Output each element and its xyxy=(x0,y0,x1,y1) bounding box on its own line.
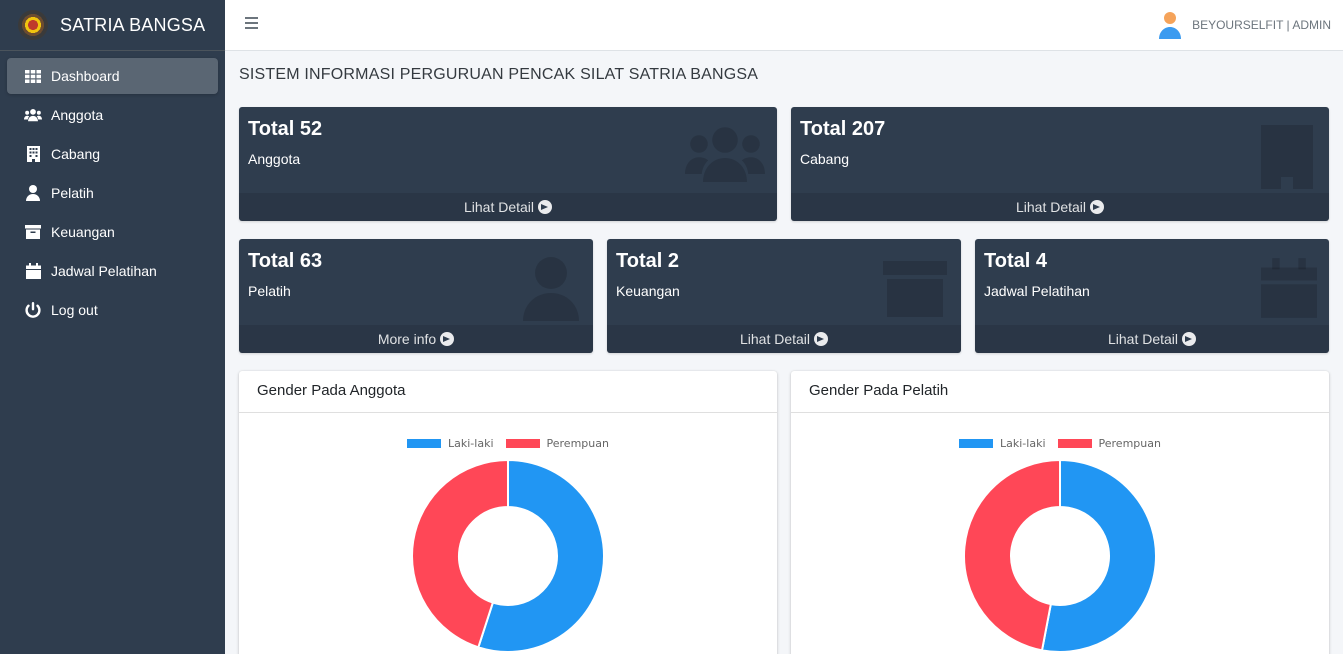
brand[interactable]: SATRIA BANGSA xyxy=(0,0,225,51)
sidebar-item-dashboard[interactable]: Dashboard xyxy=(7,58,218,94)
sidebar-item-anggota[interactable]: Anggota xyxy=(7,97,218,133)
chart-card-pelatih: Gender Pada Pelatih Laki-laki Perempuan xyxy=(791,371,1329,654)
brand-text: SATRIA BANGSA xyxy=(60,14,206,35)
detail-link[interactable]: Lihat Detail xyxy=(607,325,961,353)
stat-box-pelatih: Total 63 Pelatih More info xyxy=(239,239,593,353)
arrow-circle-right-icon xyxy=(1090,200,1105,214)
stat-total: Total 207 xyxy=(800,118,886,140)
sidebar-nav: Dashboard Anggota Cabang Pelatih Keuanga… xyxy=(0,51,225,328)
slice-perempuan[interactable] xyxy=(963,458,1061,652)
legend-item[interactable]: Laki-laki xyxy=(959,437,1046,450)
sidebar-item-label: Pelatih xyxy=(51,185,94,201)
legend-item[interactable]: Perempuan xyxy=(505,437,609,450)
stat-label: Cabang xyxy=(800,151,850,167)
legend-label: Laki-laki xyxy=(1000,437,1046,450)
sidebar-item-label: Cabang xyxy=(51,146,101,162)
brand-logo xyxy=(18,10,48,40)
stat-box-jadwal-pelatihan: Total 4 Jadwal Pelatihan Lihat Detail xyxy=(975,239,1329,353)
stat-box-cabang: Total 207 Cabang Lihat Detail xyxy=(791,107,1329,221)
sidebar-item-label: Dashboard xyxy=(51,68,120,84)
donut-chart xyxy=(411,458,605,653)
detail-link[interactable]: More info xyxy=(239,325,593,353)
legend-label: Perempuan xyxy=(546,437,609,450)
users-icon xyxy=(24,106,42,124)
sidebar-item-label: Keuangan xyxy=(51,224,115,240)
calendar-icon xyxy=(1261,257,1317,324)
sidebar-item-label: Log out xyxy=(51,302,98,318)
legend-swatch xyxy=(959,439,994,448)
chart-legend: Laki-laki Perempuan xyxy=(791,437,1329,450)
arrow-circle-right-icon xyxy=(814,332,829,346)
sidebar-item-label: Anggota xyxy=(51,107,104,123)
legend-item[interactable]: Laki-laki xyxy=(407,437,494,450)
donut-chart xyxy=(963,458,1157,653)
legend-label: Laki-laki xyxy=(448,437,494,450)
chart-card-anggota: Gender Pada Anggota Laki-laki Perempuan xyxy=(239,371,777,654)
arrow-circle-right-icon xyxy=(440,332,455,346)
th-icon xyxy=(24,67,42,85)
stat-box-keuangan: Total 2 Keuangan Lihat Detail xyxy=(607,239,961,353)
legend-label: Perempuan xyxy=(1098,437,1161,450)
avatar xyxy=(1159,12,1182,39)
menu-toggle-icon[interactable] xyxy=(245,14,261,34)
archive-icon xyxy=(883,261,947,322)
detail-link-label: Lihat Detail xyxy=(1107,331,1179,347)
chart-legend: Laki-laki Perempuan xyxy=(239,437,777,450)
detail-link[interactable]: Lihat Detail xyxy=(791,193,1329,221)
sidebar-item-pelatih[interactable]: Pelatih xyxy=(7,175,218,211)
sidebar-item-keuangan[interactable]: Keuangan xyxy=(7,214,218,250)
detail-link-label: Lihat Detail xyxy=(463,199,535,215)
power-icon xyxy=(24,301,42,319)
legend-item[interactable]: Perempuan xyxy=(1057,437,1161,450)
sidebar-item-logout[interactable]: Log out xyxy=(7,292,218,328)
detail-link-label: Lihat Detail xyxy=(739,331,811,347)
detail-link-label: Lihat Detail xyxy=(1015,199,1087,215)
legend-swatch xyxy=(505,439,540,448)
archive-icon xyxy=(24,223,42,241)
top-navbar: BEYOURSELFIT | ADMIN xyxy=(225,0,1343,51)
legend-swatch xyxy=(407,439,442,448)
arrow-circle-right-icon xyxy=(538,200,553,214)
sidebar-item-jadwal-pelatihan[interactable]: Jadwal Pelatihan xyxy=(7,253,218,289)
legend-swatch xyxy=(1057,439,1092,448)
stat-box-anggota: Total 52 Anggota Lihat Detail xyxy=(239,107,777,221)
user-menu[interactable]: BEYOURSELFIT | ADMIN xyxy=(1158,11,1331,39)
calendar-icon xyxy=(24,262,42,280)
sidebar-item-label: Jadwal Pelatihan xyxy=(51,263,157,279)
page-title: SISTEM INFORMASI PERGURUAN PENCAK SILAT … xyxy=(239,66,759,83)
detail-link[interactable]: Lihat Detail xyxy=(975,325,1329,353)
users-icon xyxy=(685,125,765,188)
sidebar: SATRIA BANGSA Dashboard Anggota Cabang P… xyxy=(0,0,225,654)
sidebar-item-cabang[interactable]: Cabang xyxy=(7,136,218,172)
user-icon xyxy=(523,257,579,326)
arrow-circle-right-icon xyxy=(1182,332,1197,346)
card-title: Gender Pada Pelatih xyxy=(791,371,1329,413)
building-icon xyxy=(1261,125,1313,194)
user-icon xyxy=(24,184,42,202)
detail-link-label: More info xyxy=(377,331,437,347)
building-icon xyxy=(24,145,42,163)
user-name: BEYOURSELFIT | ADMIN xyxy=(1192,18,1331,32)
detail-link[interactable]: Lihat Detail xyxy=(239,193,777,221)
card-title: Gender Pada Anggota xyxy=(239,371,777,413)
